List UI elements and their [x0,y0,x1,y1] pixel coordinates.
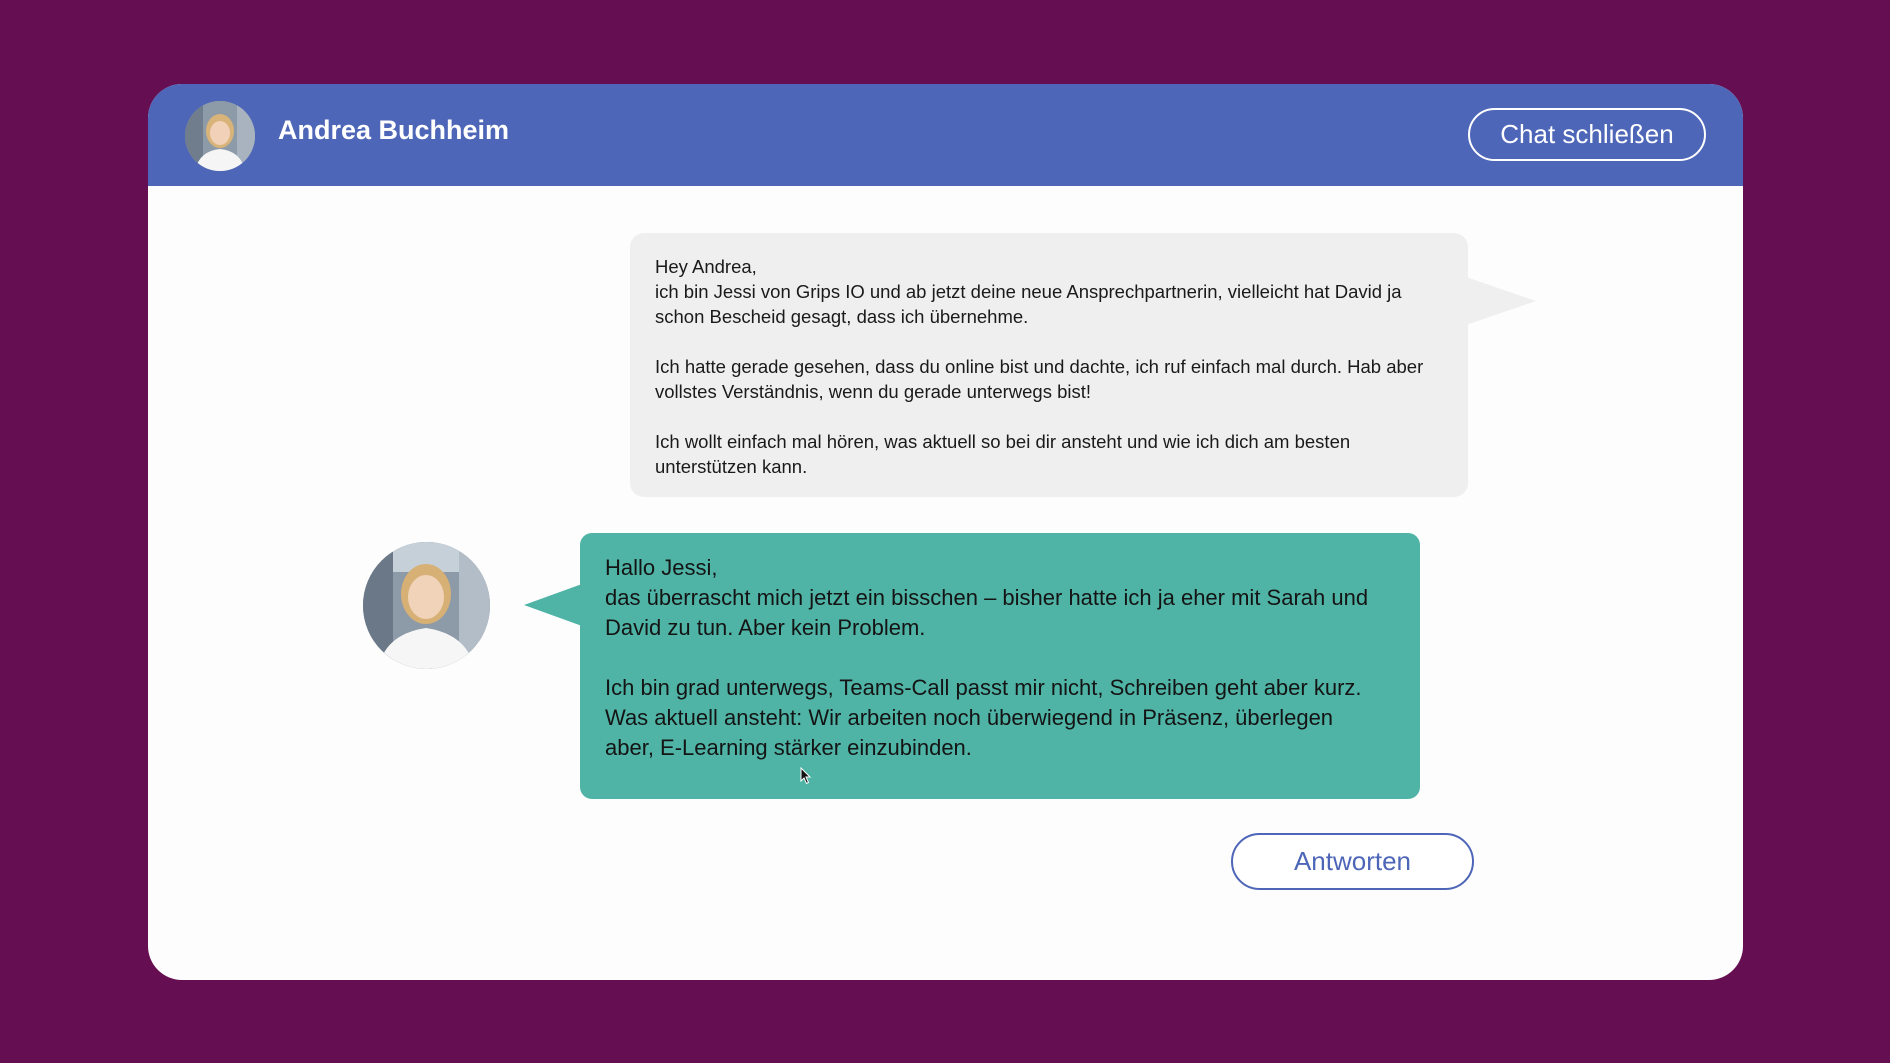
message-line: aber, E-Learning stärker einzubinden. [605,735,972,760]
message-line: vollstes Verständnis, wenn du gerade unt… [655,381,1092,402]
message-line: schon Bescheid gesagt, dass ich übernehm… [655,306,1029,327]
message-line: unterstützen kann. [655,456,808,477]
close-chat-button[interactable]: Chat schließen [1468,108,1706,161]
contact-avatar [185,101,255,171]
mouse-cursor-icon [800,766,812,790]
contact-name: Andrea Buchheim [278,115,510,145]
message-line: Hallo Jessi, [605,555,718,580]
chat-header: Andrea Buchheim Chat schließen [148,84,1743,186]
message-line: David zu tun. Aber kein Problem. [605,615,926,640]
outgoing-bubble-tail [1466,277,1536,325]
message-line: das überrascht mich jetzt ein bisschen –… [605,585,1369,610]
message-line: Ich hatte gerade gesehen, dass du online… [655,356,1424,377]
message-line: Ich bin grad unterwegs, Teams-Call passt… [605,675,1362,700]
message-line: Hey Andrea, [655,256,757,277]
reply-button[interactable]: Antworten [1231,833,1474,890]
message-line: Was aktuell ansteht: Wir arbeiten noch ü… [605,705,1334,730]
sender-avatar [363,542,490,669]
incoming-message-bubble: Hallo Jessi, das überrascht mich jetzt e… [580,533,1420,799]
message-line: Ich wollt einfach mal hören, was aktuell… [655,431,1351,452]
message-line: ich bin Jessi von Grips IO und ab jetzt … [655,281,1402,302]
outgoing-message-bubble: Hey Andrea, ich bin Jessi von Grips IO u… [630,233,1468,497]
incoming-bubble-tail [524,584,582,626]
chat-window: Andrea Buchheim Chat schließen Hey Andre… [148,84,1743,980]
